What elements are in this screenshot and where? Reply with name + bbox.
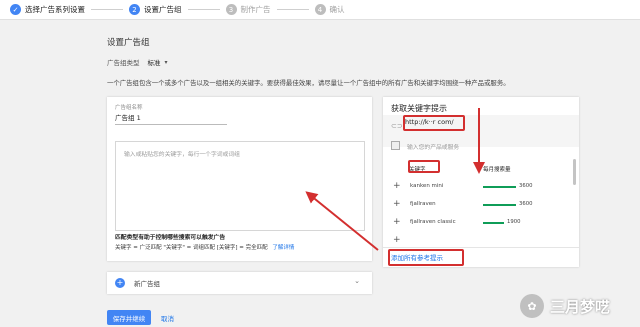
keyword-row: + fjallraven 3600 — [383, 196, 579, 214]
step-connector — [91, 9, 123, 10]
step-number: 3 — [225, 4, 237, 15]
step-label: 设置广告组 — [144, 5, 182, 14]
step-connector — [187, 9, 220, 10]
step-label: 选择广告系列设置 — [25, 5, 85, 14]
keyword-text: fjallraven — [410, 201, 436, 207]
add-keyword-icon[interactable]: + — [393, 235, 401, 245]
product-icon — [391, 141, 400, 150]
watermark: ✿ 三月梦呓 — [520, 294, 610, 318]
keyword-ideas-title: 获取关键字提示 — [391, 104, 447, 113]
volume-bar — [483, 186, 516, 188]
scrollbar[interactable] — [573, 159, 576, 185]
match-type-text: 关键字 = 广泛匹配 "关键字" = 词组匹配 [关键字] = 完全匹配 — [115, 245, 268, 251]
learn-more-link[interactable]: 了解详情 — [272, 245, 294, 251]
step-connector — [276, 9, 309, 10]
keyword-row: + fjallraven classic 1900 — [383, 214, 579, 232]
volume-bar — [483, 222, 504, 224]
volume-value: 3600 — [519, 201, 533, 207]
watermark-text: 三月梦呓 — [550, 297, 611, 316]
step-4: 4 确认 — [314, 4, 345, 15]
step-label: 制作广告 — [240, 5, 271, 14]
keyword-text: kanken mini — [410, 183, 444, 189]
ad-group-name-label: 广告组名称 — [115, 105, 143, 111]
keywords-placeholder: 输入或粘贴您的关键字，每行一个字词或词组 — [124, 152, 240, 158]
step-number: 2 — [129, 4, 140, 15]
ad-group-type-value: 标准 — [147, 59, 161, 67]
ad-group-name-input[interactable]: 广告组 1 — [115, 112, 227, 125]
column-monthly-searches: 每月搜索量 — [483, 167, 511, 173]
ad-group-type[interactable]: 广告组类型 标准 ▾ — [107, 57, 168, 68]
link-icon: ⊂⊃ — [391, 122, 403, 130]
divider — [383, 247, 579, 248]
keyword-text: fjallraven classic — [410, 219, 456, 225]
stepper: ✓ 选择广告系列设置 2 设置广告组 3 制作广告 4 确认 — [0, 0, 640, 20]
step-number: 4 — [314, 4, 326, 15]
step-3: 3 制作广告 — [225, 4, 271, 15]
new-ad-group-label: 新广告组 — [134, 280, 160, 288]
wechat-icon: ✿ — [520, 294, 544, 318]
check-icon: ✓ — [10, 4, 21, 15]
chevron-down-icon[interactable]: ⌄ — [354, 277, 360, 285]
url-highlight-box — [403, 115, 465, 131]
match-type-description: 关键字 = 广泛匹配 "关键字" = 词组匹配 [关键字] = 完全匹配 了解详… — [115, 243, 294, 251]
save-continue-button[interactable]: 保存并继续 — [107, 310, 151, 325]
new-ad-group-button[interactable]: + 新广告组 ⌄ — [107, 272, 372, 294]
volume-bar — [483, 204, 516, 206]
plus-icon: + — [115, 278, 125, 288]
step-2[interactable]: 2 设置广告组 — [129, 4, 182, 15]
ad-group-type-label: 广告组类型 — [107, 59, 140, 67]
add-keyword-icon[interactable]: + — [393, 181, 401, 191]
volume-value: 1900 — [507, 219, 521, 225]
page-description: 一个广告组包含一个或多个广告以及一组相关的关键字。要获得最佳效果，请尽量让一个广… — [107, 79, 510, 87]
match-type-title: 匹配类型有助于控制哪些搜索可以触发广告 — [115, 235, 226, 241]
cancel-button[interactable]: 取消 — [161, 313, 174, 323]
page-title: 设置广告组 — [107, 38, 150, 48]
caret-down-icon: ▾ — [164, 58, 168, 66]
step-1[interactable]: ✓ 选择广告系列设置 — [10, 4, 85, 15]
step-label: 确认 — [329, 5, 345, 14]
keywords-textarea[interactable]: 输入或粘贴您的关键字，每行一个字词或词组 — [115, 141, 365, 231]
add-keyword-icon[interactable]: + — [393, 217, 401, 227]
keyword-column-highlight-box — [408, 160, 440, 173]
keyword-row: + kanken mini 3600 — [383, 178, 579, 196]
product-input[interactable]: 输入您的产品或服务 — [407, 142, 459, 151]
volume-value: 3600 — [519, 183, 533, 189]
ad-group-card: 广告组名称 广告组 1 输入或粘贴您的关键字，每行一个字词或词组 匹配类型有助于… — [107, 97, 372, 261]
add-all-highlight-box — [388, 249, 464, 266]
add-keyword-icon[interactable]: + — [393, 199, 401, 209]
